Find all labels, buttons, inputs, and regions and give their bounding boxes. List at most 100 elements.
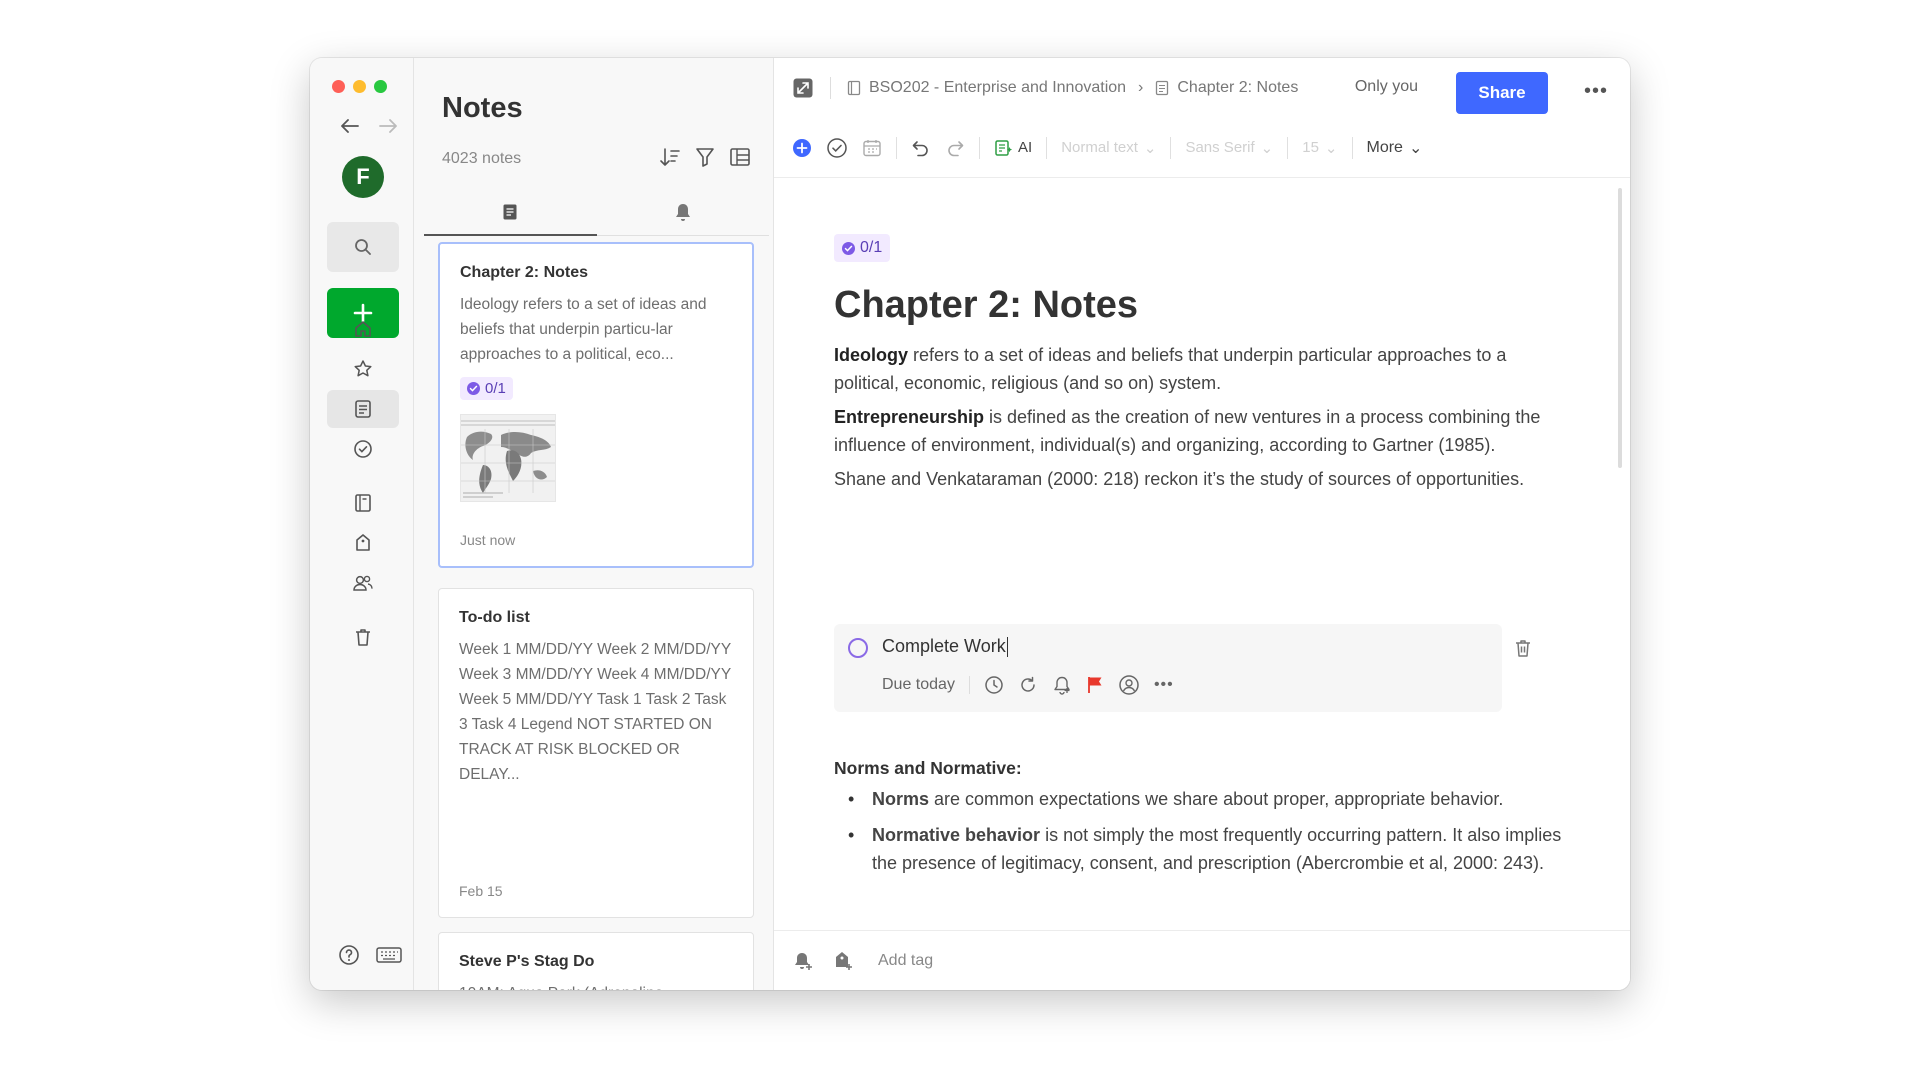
norms-section[interactable]: Norms and Normative: Norms are common ex… bbox=[834, 758, 1574, 885]
task-progress-badge: 0/1 bbox=[460, 377, 732, 400]
task-checkbox[interactable] bbox=[848, 638, 868, 658]
sidebar-item-notes[interactable] bbox=[327, 390, 399, 428]
check-circle-icon bbox=[467, 382, 480, 395]
search-icon bbox=[354, 238, 372, 256]
bell-icon bbox=[674, 202, 692, 222]
editor-scrollbar[interactable] bbox=[1618, 188, 1622, 468]
task-progress-badge[interactable]: 0/1 bbox=[834, 234, 891, 262]
zoom-window-button[interactable] bbox=[374, 80, 387, 93]
chevron-right-icon: › bbox=[1138, 79, 1144, 96]
font-size-select[interactable]: 15 ⌄ bbox=[1302, 139, 1337, 157]
sidebar: F bbox=[310, 58, 414, 990]
norms-heading: Norms and Normative: bbox=[834, 758, 1022, 778]
insert-plus-icon[interactable] bbox=[792, 138, 812, 158]
formatting-toolbar: AI Normal text ⌄ Sans Serif ⌄ 15 ⌄ More … bbox=[774, 118, 1630, 178]
sidebar-item-tasks[interactable] bbox=[327, 430, 399, 468]
term-normative-behavior: Normative behavior bbox=[872, 825, 1041, 845]
toolbar-more-button[interactable]: More ⌄ bbox=[1367, 138, 1423, 158]
note-icon bbox=[1155, 80, 1169, 96]
add-tag-input[interactable]: Add tag bbox=[878, 952, 933, 970]
avatar[interactable]: F bbox=[342, 156, 384, 198]
note-title[interactable]: Chapter 2: Notes bbox=[834, 284, 1554, 327]
redo-icon[interactable] bbox=[945, 138, 965, 158]
share-button[interactable]: Share bbox=[1456, 72, 1548, 114]
list-item-text: are common expectations we share about p… bbox=[929, 789, 1504, 809]
filter-icon[interactable] bbox=[695, 146, 715, 168]
expand-icon[interactable] bbox=[792, 77, 814, 99]
task-item[interactable]: Complete Work Due today ••• bbox=[834, 624, 1502, 712]
minimize-window-button[interactable] bbox=[353, 80, 366, 93]
term-ideology: Ideology bbox=[834, 345, 909, 365]
task-due-date[interactable]: Due today bbox=[882, 676, 955, 694]
tab-reminders[interactable] bbox=[597, 188, 770, 235]
breadcrumb-note[interactable]: Chapter 2: Notes bbox=[1177, 79, 1298, 97]
chevron-down-icon: ⌄ bbox=[1143, 139, 1157, 157]
text-cursor bbox=[1006, 637, 1008, 658]
sort-icon[interactable] bbox=[659, 146, 681, 168]
note-card-chapter-2[interactable]: Chapter 2: Notes Ideology refers to a se… bbox=[438, 242, 754, 568]
task-check-icon[interactable] bbox=[826, 137, 848, 159]
undo-icon[interactable] bbox=[911, 138, 931, 158]
sidebar-item-shared[interactable] bbox=[327, 564, 399, 602]
more-label: More bbox=[1366, 138, 1403, 156]
note-card-date: Just now bbox=[460, 532, 516, 548]
help-icon[interactable] bbox=[338, 944, 360, 966]
history-nav bbox=[340, 118, 398, 134]
trash-icon bbox=[354, 627, 372, 647]
paragraph-shane[interactable]: Shane and Venkataraman (2000: 218) recko… bbox=[834, 465, 1554, 493]
notes-count: 4023 notes bbox=[442, 150, 522, 167]
calendar-icon[interactable] bbox=[862, 138, 882, 158]
clock-icon[interactable] bbox=[984, 675, 1004, 695]
add-tag-icon[interactable] bbox=[832, 950, 854, 972]
task-more-icon[interactable]: ••• bbox=[1154, 676, 1174, 694]
sidebar-item-home[interactable] bbox=[327, 310, 399, 348]
paragraph-ideology[interactable]: Ideology refers to a set of ideas and be… bbox=[834, 341, 1554, 397]
note-card-snippet: Ideology refers to a set of ideas and be… bbox=[460, 296, 707, 363]
visibility-label[interactable]: Only you bbox=[1355, 78, 1418, 96]
sidebar-item-shortcuts[interactable] bbox=[327, 350, 399, 388]
chevron-down-icon: ⌄ bbox=[1324, 139, 1338, 157]
delete-task-icon[interactable] bbox=[1514, 638, 1532, 658]
view-layout-icon[interactable] bbox=[729, 146, 751, 168]
forward-arrow-icon[interactable] bbox=[378, 118, 398, 134]
sidebar-item-trash[interactable] bbox=[327, 618, 399, 656]
tab-notes[interactable] bbox=[424, 188, 597, 236]
chevron-down-icon: ⌄ bbox=[1260, 139, 1274, 157]
back-arrow-icon[interactable] bbox=[340, 118, 360, 134]
check-circle-icon bbox=[842, 241, 855, 255]
term-entrepreneurship: Entrepreneurship bbox=[834, 407, 985, 427]
notes-list-panel: Notes 4023 notes Chapter 2: Notes Ideolo… bbox=[414, 58, 774, 990]
search-button[interactable] bbox=[327, 222, 399, 272]
close-window-button[interactable] bbox=[332, 80, 345, 93]
add-reminder-icon[interactable] bbox=[792, 950, 814, 972]
breadcrumb: BSO202 - Enterprise and Innovation › Cha… bbox=[847, 79, 1298, 97]
note-icon bbox=[354, 399, 372, 419]
note-card-todo-list[interactable]: To-do list Week 1 MM/DD/YY Week 2 MM/DD/… bbox=[438, 588, 754, 918]
note-card-title: Chapter 2: Notes bbox=[460, 264, 589, 281]
breadcrumb-notebook[interactable]: BSO202 - Enterprise and Innovation bbox=[869, 79, 1126, 97]
keyboard-icon[interactable] bbox=[376, 946, 402, 964]
window-controls bbox=[332, 80, 387, 93]
note-body[interactable]: 0/1 Chapter 2: Notes Ideology refers to … bbox=[834, 234, 1554, 499]
notebook-icon bbox=[847, 80, 861, 96]
chevron-down-icon: ⌄ bbox=[1408, 139, 1423, 157]
repeat-icon[interactable] bbox=[1018, 675, 1038, 695]
task-meta-row: Due today ••• bbox=[882, 674, 1174, 696]
task-title-field[interactable]: Complete Work bbox=[882, 636, 1008, 658]
more-options-icon[interactable]: ••• bbox=[1584, 80, 1608, 103]
tag-icon bbox=[353, 533, 373, 553]
font-family-select[interactable]: Sans Serif ⌄ bbox=[1185, 139, 1273, 157]
note-card-stag-do[interactable]: Steve P's Stag Do 10AM: Aqua Park (Adren… bbox=[438, 932, 754, 990]
paragraph-entrepreneurship[interactable]: Entrepreneurship is defined as the creat… bbox=[834, 403, 1554, 459]
notebook-icon bbox=[354, 493, 372, 513]
ai-button[interactable]: AI bbox=[994, 138, 1032, 158]
app-window: F Notes 4023 notes Chapter 2: Notes Ideo… bbox=[310, 58, 1630, 990]
norms-list: Norms are common expectations we share a… bbox=[834, 785, 1574, 877]
text-style-select[interactable]: Normal text ⌄ bbox=[1061, 139, 1156, 157]
flag-icon[interactable] bbox=[1086, 675, 1104, 695]
reminder-bell-icon[interactable] bbox=[1052, 675, 1072, 695]
term-norms: Norms bbox=[872, 789, 930, 809]
sidebar-item-tags[interactable] bbox=[327, 524, 399, 562]
assign-user-icon[interactable] bbox=[1118, 674, 1140, 696]
sidebar-item-notebooks[interactable] bbox=[327, 484, 399, 522]
